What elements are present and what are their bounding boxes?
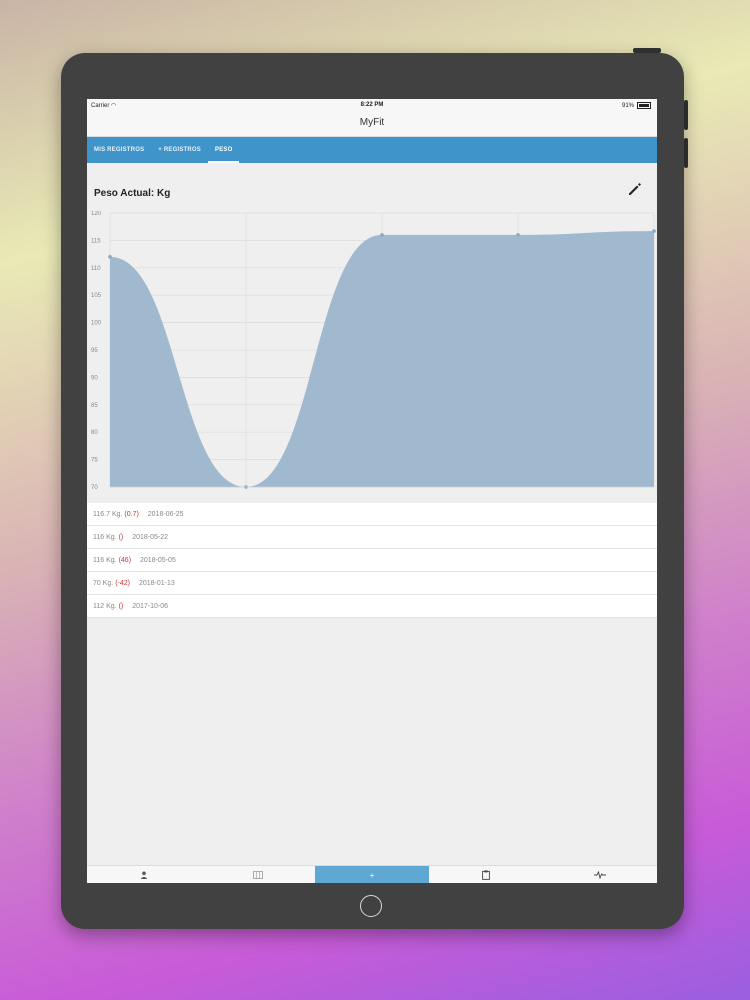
tab-bar-activity[interactable]	[543, 866, 657, 883]
weight-records-list: 116.7 Kg. (0.7) 2018-06-25 116 Kg. () 20…	[87, 503, 657, 618]
tab-add-registros[interactable]: + REGISTROS	[151, 137, 208, 163]
record-delta: (46)	[118, 557, 132, 564]
weight-chart: 120 115 110 105 100 95 90 85 80 75 70	[91, 211, 656, 491]
tab-bar-list[interactable]	[201, 866, 315, 883]
record-date: 2017-10-06	[132, 603, 169, 610]
nav-title: MyFit	[359, 117, 385, 128]
y-tick-label: 115	[91, 238, 101, 244]
record-weight: 116 Kg.	[93, 557, 117, 564]
y-tick-label: 90	[91, 375, 98, 381]
data-point	[380, 233, 384, 237]
list-item[interactable]: 70 Kg. (-42) 2018-01-13	[87, 572, 657, 595]
top-tabs: MIS REGISTROS + REGISTROS PESO	[87, 137, 657, 163]
nav-bar: MyFit	[87, 111, 657, 137]
app-screen: Carrier ◠ 8:22 PM 91% MyFit MIS REGISTRO…	[87, 99, 657, 883]
y-tick-label: 105	[91, 293, 102, 299]
person-icon	[140, 871, 148, 879]
record-date: 2018-05-05	[139, 557, 176, 564]
pulse-icon	[594, 871, 606, 879]
list-item[interactable]: 112 Kg. () 2017-10-06	[87, 595, 657, 618]
record-weight: 112 Kg.	[93, 603, 117, 610]
record-date: 2018-06-25	[147, 511, 184, 518]
record-date: 2018-01-13	[138, 580, 175, 587]
record-weight: 70 Kg.	[93, 580, 114, 587]
y-tick-label: 95	[91, 348, 98, 354]
data-point	[652, 229, 656, 233]
y-tick-label: 110	[91, 266, 101, 272]
y-tick-label: 120	[91, 211, 102, 217]
battery-percent: 91%	[621, 102, 634, 109]
list-item[interactable]: 116 Kg. () 2018-05-22	[87, 526, 657, 549]
y-tick-label: 100	[91, 321, 102, 327]
y-tick-label: 75	[91, 458, 98, 464]
tab-bar-add[interactable]: +	[315, 866, 429, 883]
home-button[interactable]	[360, 895, 382, 917]
status-bar: Carrier ◠ 8:22 PM 91%	[87, 99, 657, 111]
data-point	[108, 255, 112, 259]
plus-icon: +	[369, 870, 375, 880]
list-item[interactable]: 116 Kg. (46) 2018-05-05	[87, 549, 657, 572]
record-delta: ()	[118, 534, 124, 541]
record-delta: (-42)	[115, 580, 130, 587]
list-icon	[253, 871, 263, 879]
pencil-icon[interactable]	[627, 181, 643, 197]
record-delta: ()	[118, 603, 124, 610]
tablet-volume-down	[684, 138, 688, 168]
clipboard-icon	[482, 870, 490, 880]
record-date: 2018-05-22	[132, 534, 169, 541]
record-delta: (0.7)	[124, 511, 139, 518]
record-weight: 116 Kg.	[93, 534, 117, 541]
list-item[interactable]: 116.7 Kg. (0.7) 2018-06-25	[87, 503, 657, 526]
status-time: 8:22 PM	[360, 102, 384, 108]
tab-mis-registros[interactable]: MIS REGISTROS	[87, 137, 151, 163]
y-tick-label: 80	[91, 430, 98, 436]
weight-area-series	[110, 231, 654, 487]
y-tick-label: 70	[91, 485, 98, 491]
tab-bar-profile[interactable]	[87, 866, 201, 883]
y-tick-label: 85	[91, 403, 98, 409]
tab-peso[interactable]: PESO	[208, 137, 240, 163]
data-point	[516, 233, 520, 237]
tablet-volume-up	[684, 100, 688, 130]
battery-indicator: 91%	[622, 102, 651, 109]
record-weight: 116.7 Kg.	[93, 511, 123, 518]
tab-bar-clipboard[interactable]	[429, 866, 543, 883]
bottom-tab-bar: +	[87, 865, 657, 883]
current-weight-title: Peso Actual: Kg	[94, 188, 171, 199]
battery-icon	[637, 102, 651, 109]
